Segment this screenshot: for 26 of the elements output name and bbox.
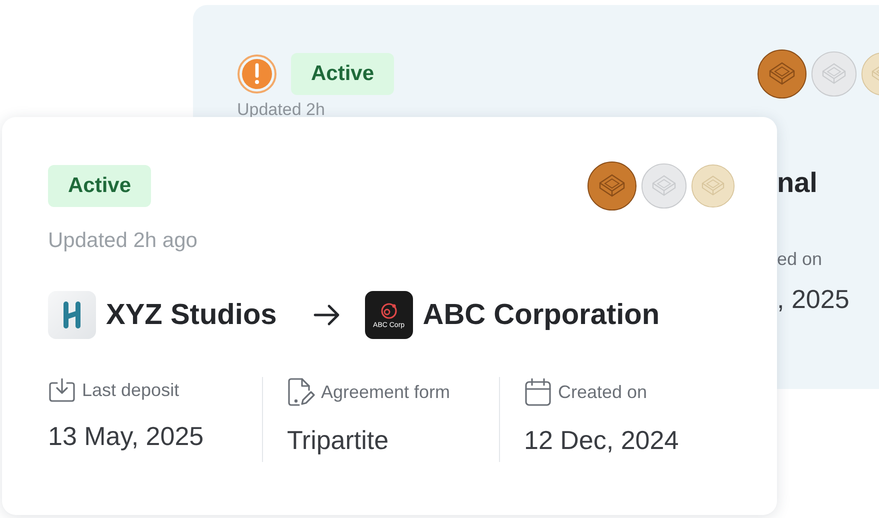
medal-icon	[757, 49, 807, 99]
medal-icon	[641, 163, 687, 209]
detail-label: ed on	[777, 249, 822, 270]
warning-icon	[237, 54, 277, 94]
arrow-icon	[312, 304, 341, 326]
document-pen-icon	[287, 377, 315, 407]
medal-icon	[587, 161, 637, 211]
detail-label: Created on	[558, 382, 648, 402]
detail-value: 12 Dec, 2024	[524, 425, 680, 456]
calendar-icon	[524, 377, 552, 407]
company-name: XYZ Studios	[106, 298, 277, 332]
updated-text: Updated 2h	[237, 101, 326, 119]
status-badge: Active	[48, 165, 152, 207]
detail-value: Tripartite	[287, 425, 390, 456]
company-name: nal	[777, 167, 818, 199]
detail-label: Agreement form	[321, 382, 450, 402]
status-badge: Active	[291, 53, 394, 95]
updated-text: Updated 2h ago	[48, 229, 198, 253]
company-logo	[48, 291, 96, 339]
detail-value: 13 May, 2025	[48, 421, 205, 452]
medal-icon	[811, 51, 857, 97]
medal-icon	[691, 164, 735, 208]
detail-label: Last deposit	[82, 380, 180, 400]
download-icon	[48, 377, 76, 403]
company-name: ABC Corporation	[422, 298, 660, 332]
detail-value: , 2025	[777, 284, 850, 315]
